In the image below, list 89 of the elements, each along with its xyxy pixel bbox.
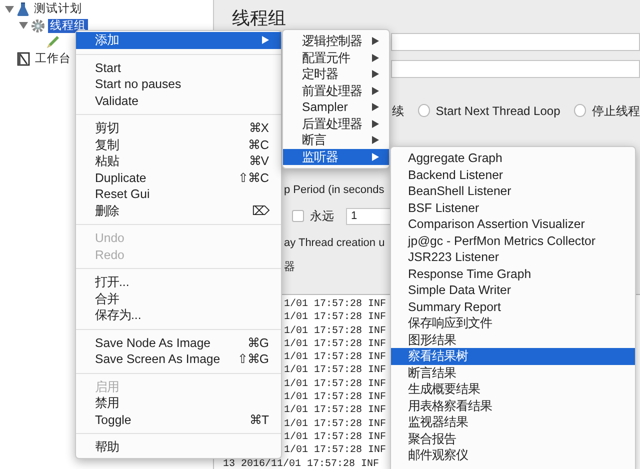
menu-item[interactable]: Start no pauses — [76, 76, 281, 92]
option-label: 停止线程 — [592, 102, 640, 120]
shortcut-text: ⇧⌘G — [237, 351, 269, 368]
expanded-triangle-icon[interactable] — [18, 21, 28, 30]
shortcut-text: ⌘G — [247, 334, 269, 351]
shortcut-text: ⌘X — [248, 120, 269, 136]
line-number: 13 — [223, 460, 236, 469]
menu-item[interactable]: 保存为... — [76, 307, 281, 324]
checkbox-label: 永远 — [310, 208, 334, 225]
menu-item[interactable]: Toggle ⌘T — [76, 412, 281, 428]
flask-icon — [17, 2, 29, 16]
option-label: 续 — [392, 102, 404, 120]
menu-item[interactable]: 合并 — [76, 290, 281, 307]
field-label: ay Thread creation u — [284, 236, 385, 251]
menu-item[interactable]: BSF Listener — [391, 200, 635, 216]
menu-item[interactable]: 后置处理器 — [283, 116, 389, 132]
log-line: 1/01 17:57:28 INF — [284, 351, 386, 364]
log-line: 1/01 17:57:28 INF — [284, 418, 386, 431]
menu-item[interactable]: Duplicate ⇧⌘C — [76, 170, 281, 186]
menu-item[interactable]: 聚合报告 — [391, 430, 635, 447]
menu-item[interactable]: 生成概要结果 — [391, 381, 635, 398]
menu-item[interactable]: 察看结果树 — [391, 348, 635, 364]
log-line: 2016/11/01 17:57:28 INF — [241, 460, 380, 469]
menu-item[interactable]: 禁用 — [76, 395, 281, 412]
menu-item[interactable]: 帮助 — [76, 439, 281, 456]
menu-item[interactable]: 断言结果 — [391, 364, 635, 381]
radio-button[interactable] — [574, 104, 586, 117]
tree-item[interactable]: 线程组 — [48, 18, 88, 33]
menu-item[interactable]: 前置处理器 — [283, 82, 389, 99]
menu-item[interactable]: 打开... — [76, 274, 281, 290]
menu-item[interactable]: jp@gc - PerfMon Metrics Collector — [391, 232, 635, 249]
menu-item[interactable]: Save Node As Image ⌘G — [76, 334, 281, 351]
text-field[interactable] — [391, 60, 640, 78]
gear-icon — [31, 18, 45, 33]
expanded-triangle-icon[interactable] — [4, 4, 14, 14]
menu-item[interactable]: Save Screen As Image ⇧⌘G — [76, 351, 281, 368]
tree-item[interactable]: 测试计划 — [32, 2, 84, 16]
shortcut-text: ⌘C — [248, 136, 269, 153]
menu-item[interactable]: Aggregate Graph — [391, 150, 635, 166]
pencil-icon — [45, 35, 61, 50]
shortcut-text: ⌦ — [252, 202, 269, 219]
menu-item[interactable]: 邮件观察仪 — [391, 447, 635, 464]
section-label: 器 — [284, 260, 295, 275]
panel-title: 线程组 — [232, 7, 287, 30]
log-line: 1/01 17:57:28 INF — [284, 311, 386, 325]
menu-item[interactable]: 图形结果 — [391, 332, 635, 348]
field-label: p Period (in seconds — [284, 183, 384, 198]
menu-item[interactable]: 定时器 — [283, 66, 389, 82]
menu-item[interactable]: Reset Gui — [76, 186, 281, 202]
tree-item[interactable]: 工作台 — [33, 52, 73, 66]
menu-item[interactable]: BeanShell Listener — [391, 183, 635, 200]
shortcut-text: ⌘T — [249, 412, 269, 428]
log-line: 1/01 17:57:28 INF — [284, 430, 386, 444]
shortcut-text: ⌘V — [248, 153, 269, 170]
checkbox[interactable] — [292, 210, 304, 222]
log-line: 1/01 17:57:28 INF — [284, 338, 386, 352]
log-line: 1/01 17:57:28 INF — [284, 378, 386, 392]
shortcut-text: ⇧⌘C — [238, 170, 269, 186]
menu-item[interactable]: 用表格察看结果 — [391, 398, 635, 414]
menu-item[interactable]: Simple Data Writer — [391, 282, 635, 298]
menu-item[interactable]: 配置元件 — [283, 50, 389, 66]
log-line: 1/01 17:57:28 INF — [284, 298, 386, 312]
log-line: 1/01 17:57:28 INF — [284, 391, 386, 404]
menu-item[interactable]: 逻辑控制器 — [283, 33, 389, 50]
menu-item[interactable]: Validate — [76, 92, 281, 109]
menu-item[interactable]: Summary Report — [391, 298, 635, 315]
menu-item[interactable]: 删除 ⌦ — [76, 202, 281, 219]
notebook-icon — [17, 52, 30, 66]
menu-item[interactable]: Backend Listener — [391, 166, 635, 183]
option-label: Start Next Thread Loop — [436, 102, 560, 120]
log-line: 1/01 17:57:28 INF — [284, 404, 386, 418]
menu-item[interactable]: 监听器 — [283, 148, 389, 165]
text-field[interactable] — [391, 33, 640, 51]
menu-item[interactable]: Sampler — [283, 99, 389, 116]
log-line: 1/01 17:57:28 INF — [284, 364, 386, 378]
menu-item[interactable]: Response Time Graph — [391, 266, 635, 282]
menu-item[interactable]: 断言 — [283, 132, 389, 148]
radio-button[interactable] — [418, 104, 430, 117]
menu-item[interactable]: Comparison Assertion Visualizer — [391, 216, 635, 232]
menu-item[interactable]: Start — [76, 60, 281, 76]
menu-item[interactable]: 添加 — [76, 32, 281, 48]
log-line: 1/01 17:57:28 INF — [284, 324, 386, 338]
menu-item[interactable]: 保存响应到文件 — [391, 315, 635, 332]
menu-item[interactable]: 粘贴 ⌘V — [76, 153, 281, 170]
menu-item[interactable]: 复制 ⌘C — [76, 136, 281, 153]
log-line: 1/01 17:57:28 INF — [284, 444, 386, 458]
menu-item[interactable]: JSR223 Listener — [391, 249, 635, 266]
menu-item[interactable]: 监视器结果 — [391, 414, 635, 430]
menu-item[interactable]: 剪切 ⌘X — [76, 120, 281, 136]
